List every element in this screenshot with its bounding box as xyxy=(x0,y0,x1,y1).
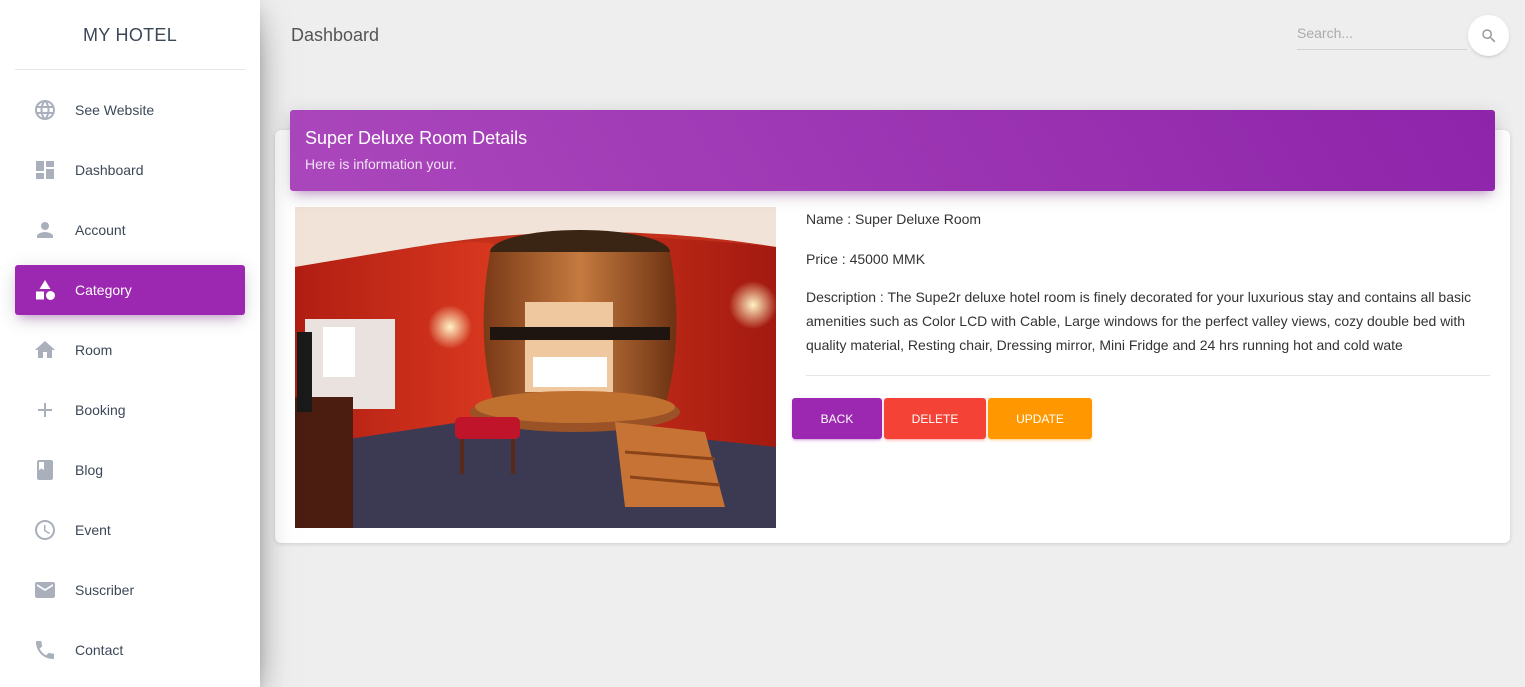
search-icon xyxy=(1481,28,1495,42)
sidebar-item-room[interactable]: Room xyxy=(15,325,245,375)
sidebar-item-see-website[interactable]: See Website xyxy=(15,85,245,135)
sidebar-item-label: Blog xyxy=(75,462,104,478)
update-button[interactable]: UPDATE xyxy=(988,398,1092,439)
sidebar: MY HOTEL See Website Dashboard Account C… xyxy=(0,0,260,687)
search-button[interactable] xyxy=(1468,15,1509,56)
back-button[interactable]: BACK xyxy=(792,398,882,439)
sidebar-item-category[interactable]: Category xyxy=(15,265,245,315)
card-title: Super Deluxe Room Details xyxy=(305,128,528,148)
sidebar-nav: See Website Dashboard Account Category R… xyxy=(15,85,245,685)
card-subtitle: Here is information your. xyxy=(305,156,457,172)
clock-icon xyxy=(33,518,57,542)
room-details: Name : Super Deluxe Room Price : 45000 M… xyxy=(806,208,1490,357)
sidebar-item-event[interactable]: Event xyxy=(15,505,245,555)
divider xyxy=(806,375,1490,376)
room-description: Description : The Supe2r deluxe hotel ro… xyxy=(806,289,1472,353)
sidebar-item-label: Event xyxy=(75,522,111,538)
room-name: Name : Super Deluxe Room xyxy=(806,211,982,227)
room-price: Price : 45000 MMK xyxy=(806,251,926,267)
sidebar-item-label: Category xyxy=(75,282,132,298)
sidebar-item-suscriber[interactable]: Suscriber xyxy=(15,565,245,615)
sidebar-item-label: Account xyxy=(75,222,126,238)
sidebar-item-label: Room xyxy=(75,342,113,358)
book-icon xyxy=(33,458,57,482)
person-icon xyxy=(33,218,57,242)
sidebar-item-label: Booking xyxy=(75,402,126,418)
page-title: Dashboard xyxy=(291,25,380,45)
card-header: Super Deluxe Room Details Here is inform… xyxy=(290,110,1495,191)
dashboard-icon xyxy=(33,158,57,182)
delete-button[interactable]: DELETE xyxy=(884,398,986,439)
room-photo xyxy=(295,207,776,528)
sidebar-item-account[interactable]: Account xyxy=(15,205,245,255)
sidebar-item-label: Suscriber xyxy=(75,582,135,598)
brand-logo[interactable]: MY HOTEL xyxy=(15,0,245,70)
search-input[interactable] xyxy=(1297,18,1467,48)
phone-icon xyxy=(33,638,57,662)
sidebar-item-label: Dashboard xyxy=(75,162,144,178)
search-field xyxy=(1297,18,1467,50)
globe-icon xyxy=(33,98,57,122)
category-icon xyxy=(33,278,57,302)
sidebar-item-contact[interactable]: Contact xyxy=(15,625,245,675)
sidebar-item-dashboard[interactable]: Dashboard xyxy=(15,145,245,195)
mail-icon xyxy=(33,578,57,602)
sidebar-item-label: Contact xyxy=(75,642,124,658)
plus-icon xyxy=(33,398,57,422)
sidebar-item-label: See Website xyxy=(75,102,155,118)
sidebar-item-booking[interactable]: Booking xyxy=(15,385,245,435)
home-icon xyxy=(33,338,57,362)
sidebar-item-blog[interactable]: Blog xyxy=(15,445,245,495)
